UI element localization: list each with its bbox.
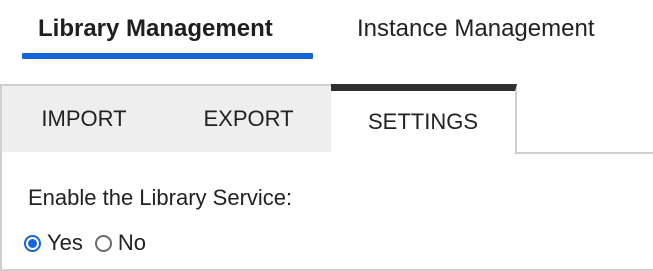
- radio-no-label: No: [117, 230, 147, 255]
- library-service-yes-option[interactable]: Yes: [24, 229, 83, 257]
- radio-yes[interactable]: [24, 234, 41, 252]
- tab-import[interactable]: IMPORT: [0, 84, 168, 154]
- library-service-radio-group: Yes No: [24, 229, 146, 257]
- radio-selected-dot: [28, 238, 37, 248]
- active-tab-indicator: [22, 53, 313, 59]
- radio-no[interactable]: [94, 234, 112, 252]
- library-service-label: Enable the Library Service:: [28, 185, 293, 210]
- settings-subtabs: IMPORT EXPORT SETTINGS: [0, 84, 653, 154]
- subtab-divider: [515, 152, 653, 154]
- tab-instance-management[interactable]: Instance Management: [357, 14, 594, 44]
- radio-yes-label: Yes: [47, 230, 83, 255]
- tab-export[interactable]: EXPORT: [166, 84, 333, 154]
- tab-library-management[interactable]: Library Management: [38, 14, 273, 44]
- top-navigation-tabs: Library Management Instance Management: [0, 0, 653, 62]
- library-service-no-option[interactable]: No: [94, 229, 147, 257]
- tab-settings[interactable]: SETTINGS: [331, 84, 517, 154]
